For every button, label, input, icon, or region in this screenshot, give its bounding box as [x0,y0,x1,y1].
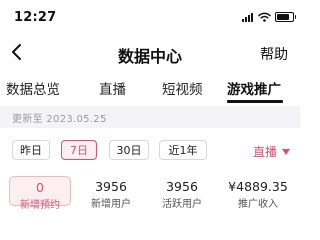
status-icons [242,12,296,22]
metric-value: ¥4889.35 [228,179,288,194]
wifi-icon [258,12,271,22]
status-time: 12:27 [14,10,57,25]
metrics-row: 0 新增预约 3956 新增用户 3956 活跃用户 ¥4889.35 推广收入 [0,176,300,211]
range-30d-button[interactable]: 30日 [109,140,149,160]
channel-dropdown[interactable]: 直播 [253,143,290,160]
tab-bar: 数据总览 直播 短视频 游戏推广 [0,72,300,104]
tab-game-promotion[interactable]: 游戏推广 [227,78,281,98]
metric-value: 0 [36,180,44,195]
tab-overview[interactable]: 数据总览 [6,78,60,98]
metric-card-new-users[interactable]: 3956 新增用户 [80,176,142,210]
range-yesterday-button[interactable]: 昨日 [12,140,50,160]
updated-bar: 更新至 2023.05.25 [0,106,300,128]
battery-icon [275,12,296,22]
metric-card-new-reservations[interactable]: 0 新增预约 [9,176,71,211]
metric-value: 3956 [95,179,127,194]
channel-dropdown-label: 直播 [252,145,277,159]
metric-card-promotion-income[interactable]: ¥4889.35 推广收入 [222,176,294,210]
metric-card-active-users[interactable]: 3956 活跃用户 [151,176,213,210]
metric-label: 推广收入 [238,199,278,210]
nav-bar: 数据中心 帮助 [0,34,300,70]
help-link[interactable]: 帮助 [260,44,288,64]
range-7d-button[interactable]: 7日 [61,140,97,160]
metric-label: 活跃用户 [162,199,202,210]
date-range-filters: 昨日 7日 30日 近1年 直播 [0,138,300,164]
updated-timestamp: 更新至 2023.05.25 [12,114,107,125]
tab-live[interactable]: 直播 [99,78,126,98]
status-bar: 12:27 [0,0,300,34]
metric-value: 3956 [166,179,198,194]
page-title: 数据中心 [117,47,182,66]
metric-label: 新增预约 [20,200,60,211]
range-1y-button[interactable]: 近1年 [159,140,207,160]
caret-down-icon [282,148,290,155]
metric-label: 新增用户 [91,199,131,210]
signal-icon [242,12,254,22]
active-tab-indicator [227,100,283,103]
tab-short-video[interactable]: 短视频 [162,78,203,98]
